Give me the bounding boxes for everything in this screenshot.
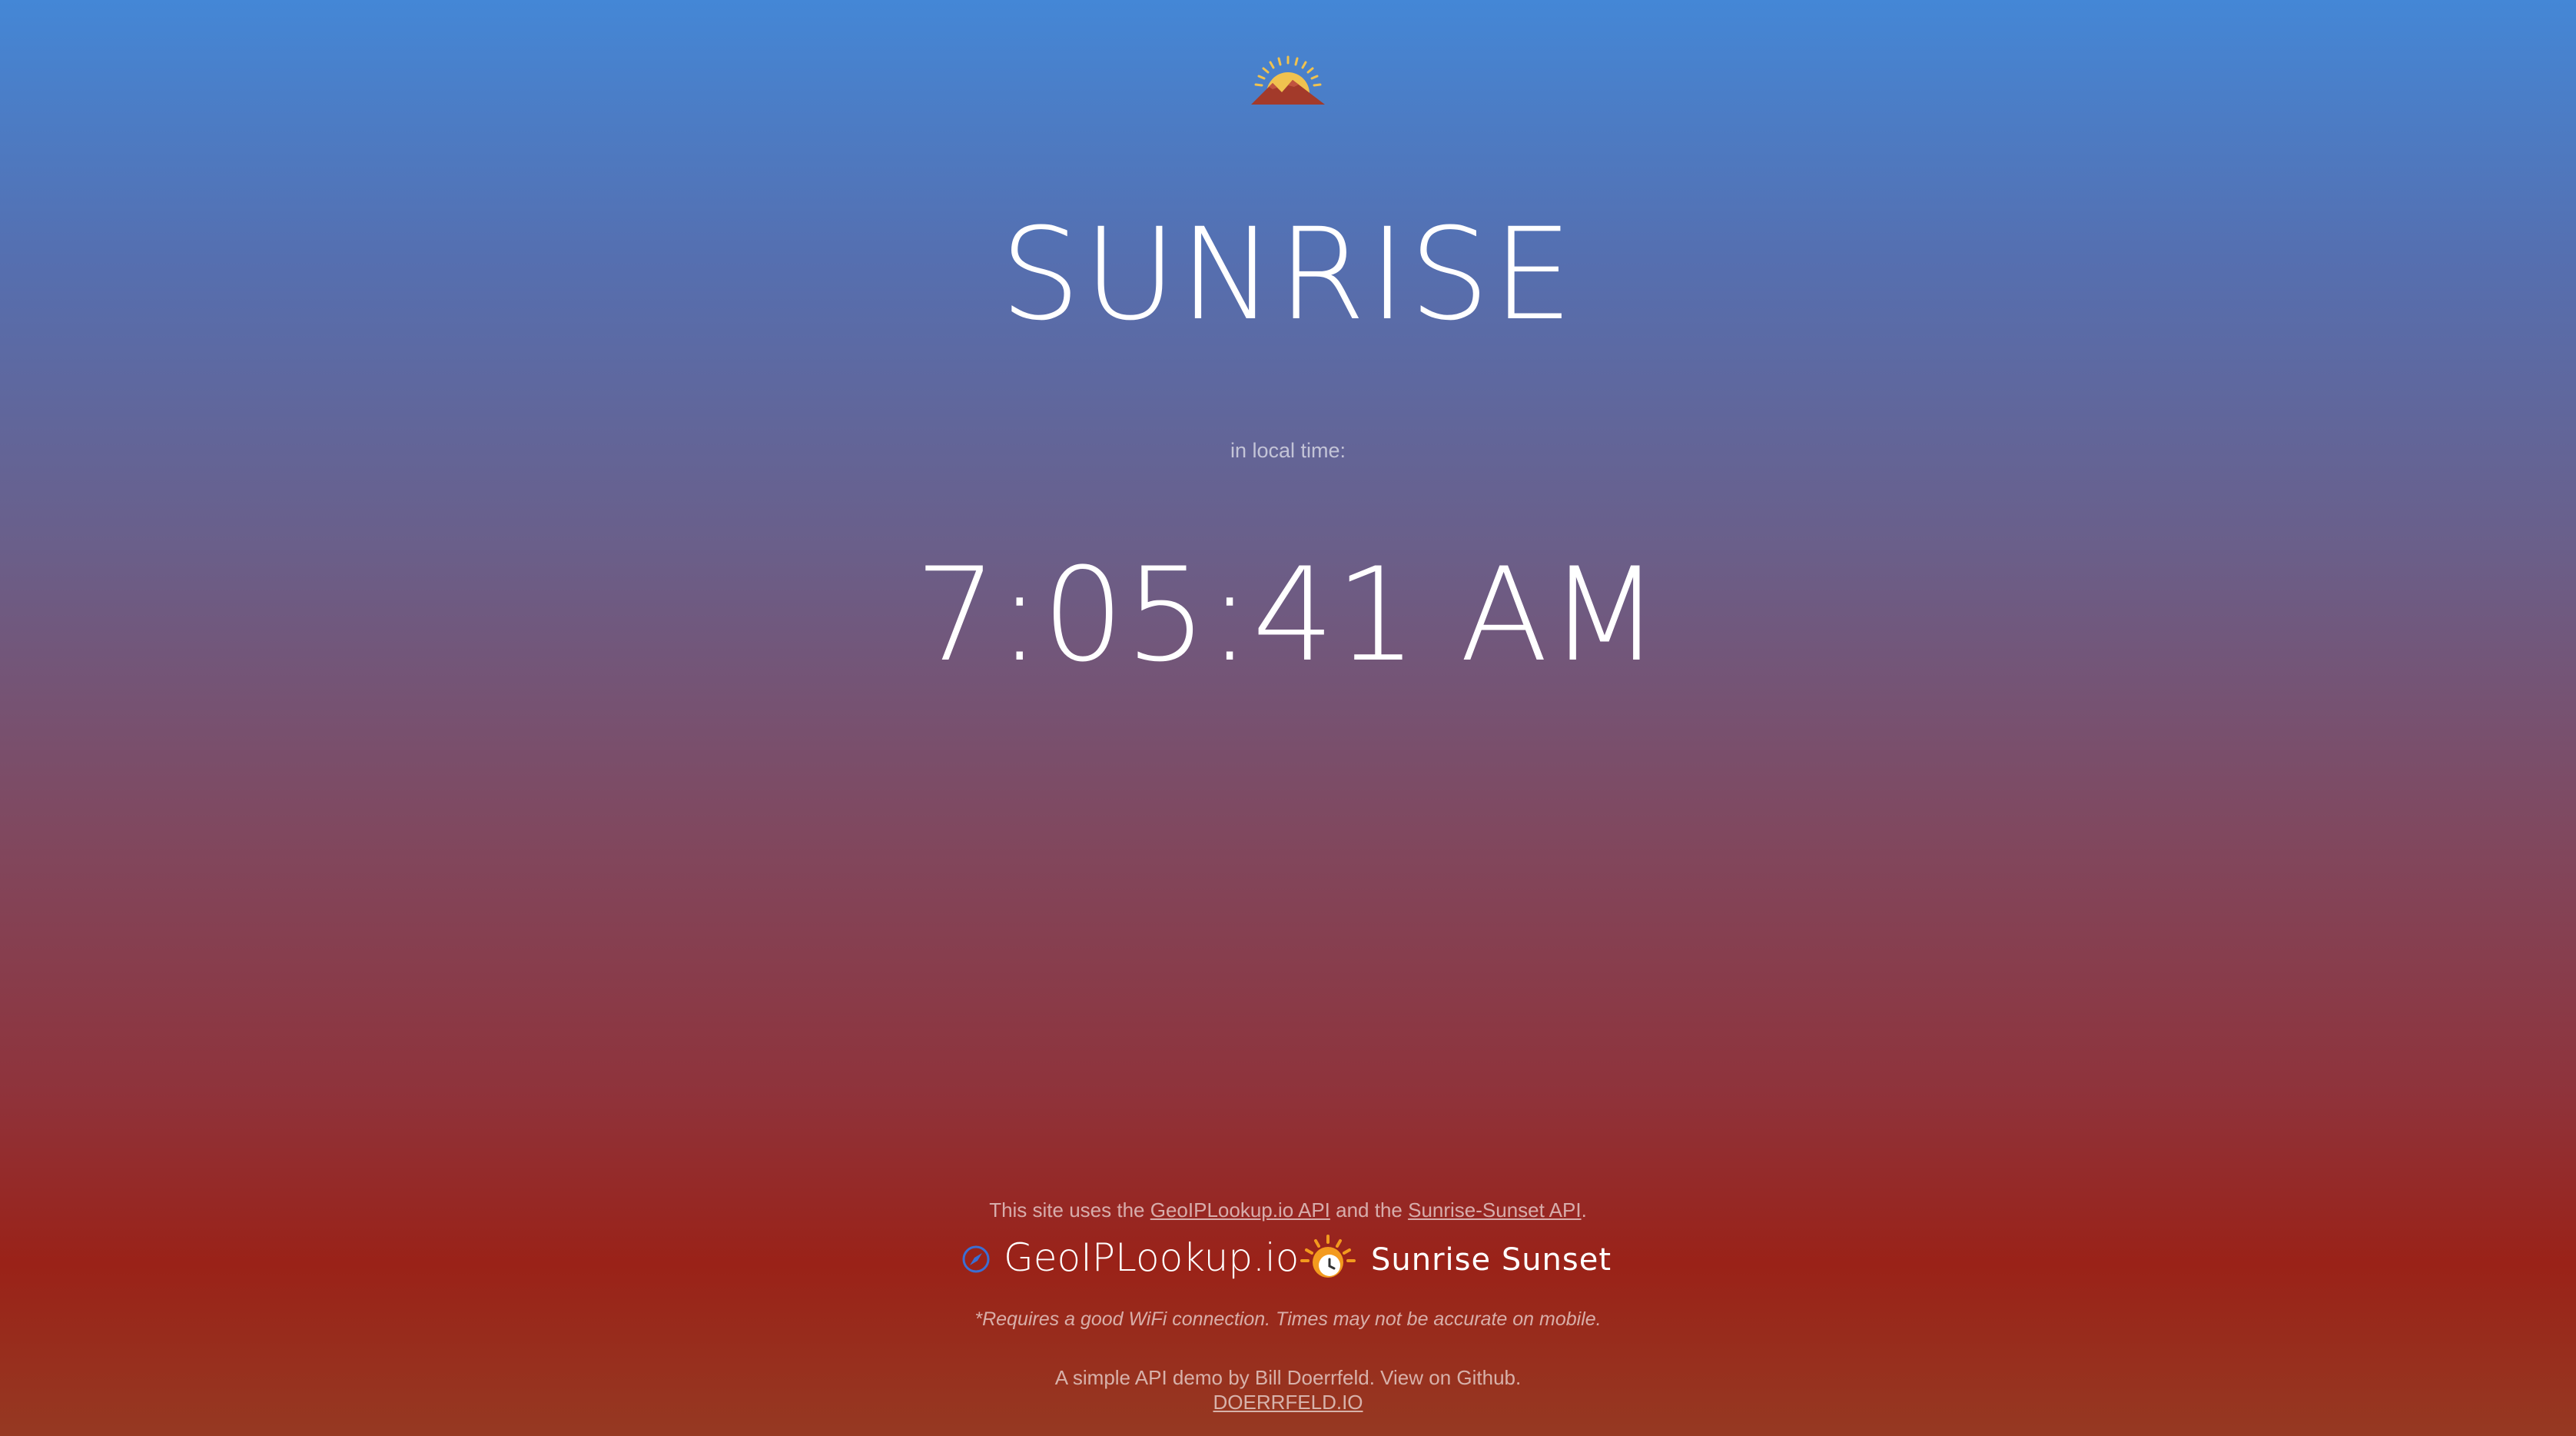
local-time-label: in local time: [1230, 439, 1346, 462]
sunrise-mountain-icon [1251, 55, 1325, 105]
sunrise-sunset-api-link[interactable]: Sunrise-Sunset API [1408, 1198, 1581, 1222]
attribution-suffix: . [1581, 1198, 1587, 1222]
geoiplookup-api-link[interactable]: GeoIPLookup.io API [1150, 1198, 1330, 1222]
sunrise-time: 7:05:41 AM [915, 540, 1661, 690]
sun-clock-icon [1300, 1235, 1356, 1278]
sunrise-sunset-logo-text: Sunrise Sunset [1371, 1242, 1612, 1278]
doerrfeld-site-link[interactable]: DOERRFELD.IO [1213, 1391, 1363, 1414]
attribution-prefix: This site uses the [989, 1198, 1150, 1222]
wifi-disclaimer: *Requires a good WiFi connection. Times … [974, 1308, 1602, 1330]
page-title: SUNRISE [1000, 201, 1576, 348]
site-link-wrapper: DOERRFELD.IO [0, 1390, 2576, 1414]
api-logos: GeoIPLookup.io Sunrise Sunset [961, 1230, 1622, 1285]
attribution-middle: and the [1329, 1198, 1409, 1222]
geoiplookup-logo-text: GeoIPLookup.io [1004, 1235, 1300, 1280]
author-credit: A simple API demo by Bill Doerrfeld. Vie… [1054, 1366, 1522, 1389]
api-attribution: This site uses the GeoIPLookup.io API an… [0, 1196, 2576, 1224]
compass-icon [962, 1245, 990, 1273]
